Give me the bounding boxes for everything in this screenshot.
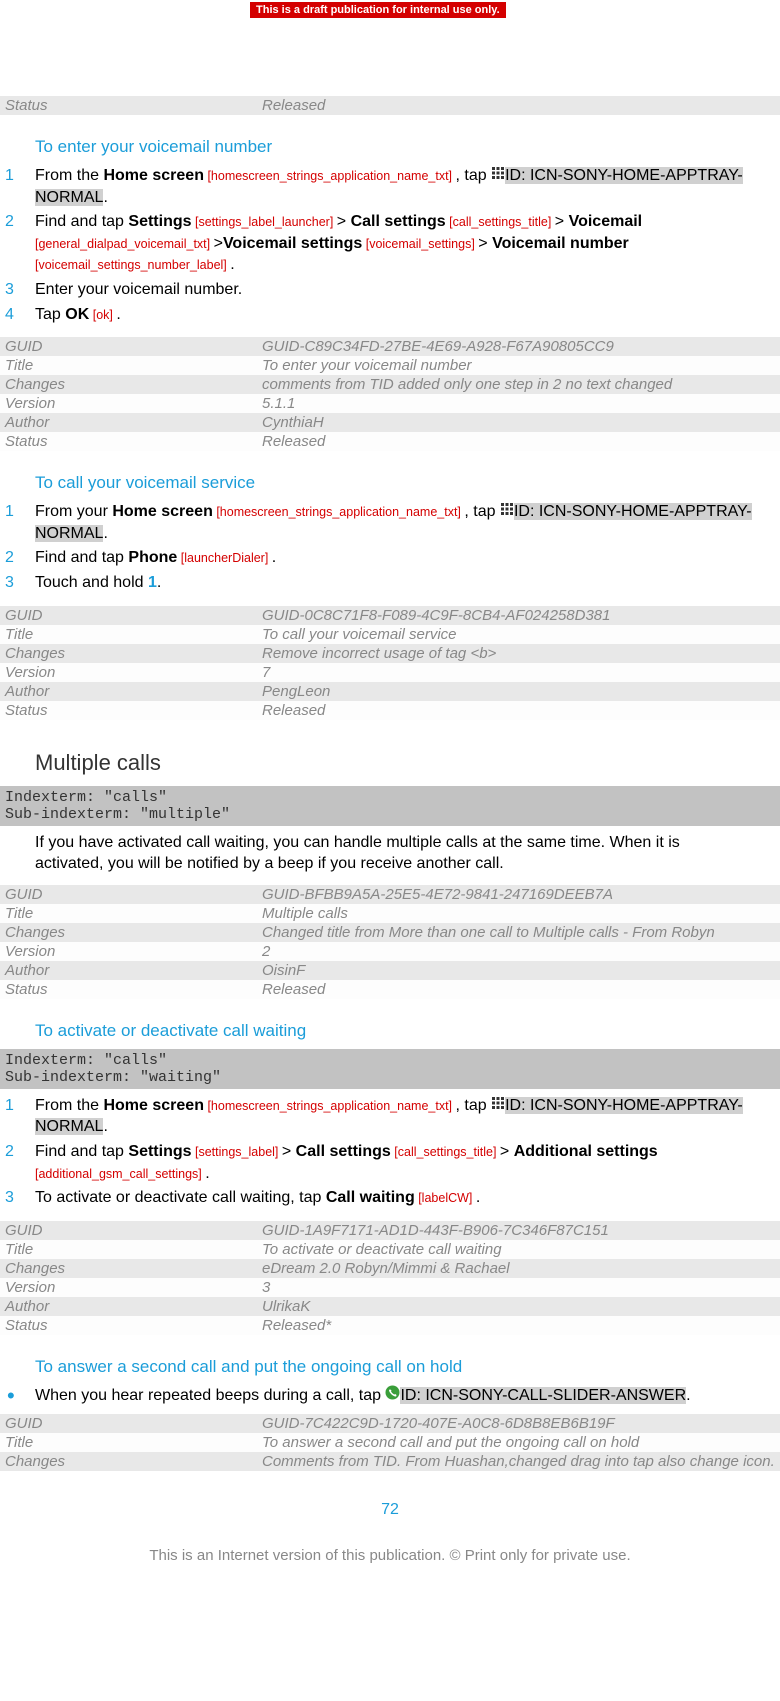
step-2: Find and tap Settings [settings_label] >… xyxy=(35,1141,780,1184)
meta-label: Status xyxy=(5,97,262,114)
step-3: Enter your voicemail number. xyxy=(35,279,780,301)
section-title-call-waiting: To activate or deactivate call waiting xyxy=(35,1021,780,1041)
call-answer-icon xyxy=(385,1385,400,1407)
step-3: Touch and hold 1. xyxy=(35,572,780,594)
bullet-1: When you hear repeated beeps during a ca… xyxy=(35,1385,780,1407)
section-title-second-call: To answer a second call and put the ongo… xyxy=(35,1357,780,1377)
page-number: 72 xyxy=(0,1501,780,1519)
meta-block-1: GUIDGUID-C89C34FD-27BE-4E69-A928-F67A908… xyxy=(0,337,780,451)
steps-call-waiting: From the Home screen [homescreen_strings… xyxy=(0,1095,780,1209)
step-2: Find and tap Phone [launcherDialer] . xyxy=(35,547,780,569)
paragraph: If you have activated call waiting, you … xyxy=(35,832,745,875)
meta-row-status-top: Status Released xyxy=(0,96,780,115)
step-3: To activate or deactivate call waiting, … xyxy=(35,1187,780,1209)
heading-multiple-calls: Multiple calls xyxy=(35,750,780,776)
meta-block-5: GUIDGUID-7C422C9D-1720-407E-A0C8-6D8B8EB… xyxy=(0,1414,780,1471)
section-title-voicemail-number: To enter your voicemail number xyxy=(35,137,780,157)
step-4: Tap OK [ok] . xyxy=(35,304,780,326)
step-1: From your Home screen [homescreen_string… xyxy=(35,501,780,544)
meta-block-2: GUIDGUID-0C8C71F8-F089-4C9F-8CB4-AF02425… xyxy=(0,606,780,720)
apptray-icon xyxy=(500,501,514,523)
indexterm: Indexterm: "calls" Sub-indexterm: "waiti… xyxy=(0,1049,780,1089)
apptray-icon xyxy=(491,165,505,187)
section-title-call-voicemail: To call your voicemail service xyxy=(35,473,780,493)
indexterm: Indexterm: "calls" Sub-indexterm: "multi… xyxy=(0,786,780,826)
step-1: From the Home screen [homescreen_strings… xyxy=(35,1095,780,1138)
draft-banner: This is a draft publication for internal… xyxy=(250,2,506,18)
page: This is a draft publication for internal… xyxy=(0,0,780,1570)
apptray-icon xyxy=(491,1095,505,1117)
steps-call-voicemail: From your Home screen [homescreen_string… xyxy=(0,501,780,593)
steps-voicemail-number: From the Home screen [homescreen_strings… xyxy=(0,165,780,325)
meta-value: Released xyxy=(262,97,775,114)
bullet-list-second-call: When you hear repeated beeps during a ca… xyxy=(0,1385,780,1407)
meta-block-3: GUIDGUID-BFBB9A5A-25E5-4E72-9841-247169D… xyxy=(0,885,780,999)
icon-id-label: ID: ICN-SONY-CALL-SLIDER-ANSWER xyxy=(400,1387,686,1404)
footer-text: This is an Internet version of this publ… xyxy=(0,1547,780,1570)
step-1: From the Home screen [homescreen_strings… xyxy=(35,165,780,208)
meta-block-4: GUIDGUID-1A9F7171-AD1D-443F-B906-7C346F8… xyxy=(0,1221,780,1335)
step-2: Find and tap Settings [settings_label_la… xyxy=(35,211,780,276)
